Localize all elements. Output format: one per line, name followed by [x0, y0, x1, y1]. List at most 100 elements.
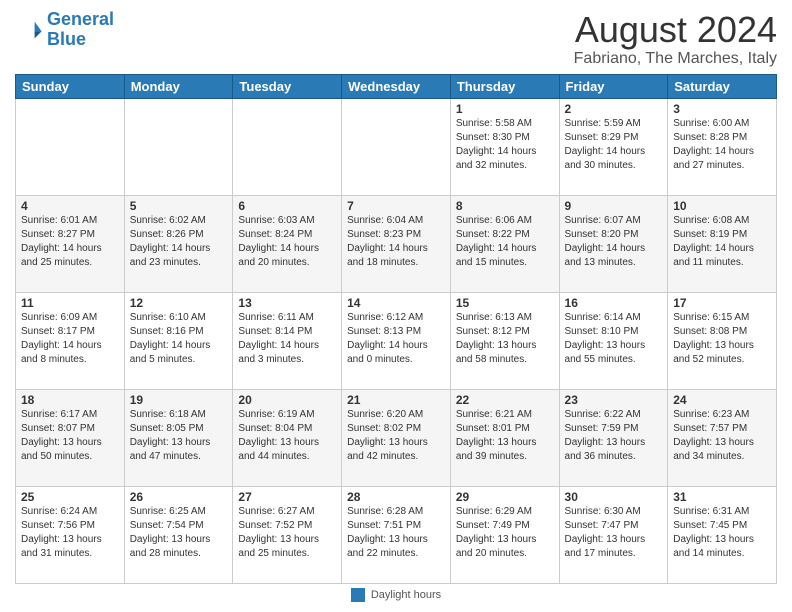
calendar-cell: 15Sunrise: 6:13 AM Sunset: 8:12 PM Dayli…	[450, 292, 559, 389]
day-info: Sunrise: 6:29 AM Sunset: 7:49 PM Dayligh…	[456, 505, 554, 561]
logo-icon	[15, 16, 43, 44]
calendar-cell: 20Sunrise: 6:19 AM Sunset: 8:04 PM Dayli…	[233, 389, 342, 486]
day-info: Sunrise: 6:30 AM Sunset: 7:47 PM Dayligh…	[565, 505, 663, 561]
location: Fabriano, The Marches, Italy	[574, 50, 777, 68]
month-year: August 2024	[574, 10, 777, 50]
calendar-cell: 27Sunrise: 6:27 AM Sunset: 7:52 PM Dayli…	[233, 486, 342, 583]
day-info: Sunrise: 6:21 AM Sunset: 8:01 PM Dayligh…	[456, 408, 554, 464]
logo-text: General Blue	[47, 10, 114, 50]
calendar-cell: 26Sunrise: 6:25 AM Sunset: 7:54 PM Dayli…	[124, 486, 233, 583]
day-number: 3	[673, 102, 771, 116]
day-info: Sunrise: 6:13 AM Sunset: 8:12 PM Dayligh…	[456, 311, 554, 367]
day-number: 1	[456, 102, 554, 116]
calendar-week-row: 11Sunrise: 6:09 AM Sunset: 8:17 PM Dayli…	[16, 292, 777, 389]
day-info: Sunrise: 6:09 AM Sunset: 8:17 PM Dayligh…	[21, 311, 119, 367]
calendar-week-row: 18Sunrise: 6:17 AM Sunset: 8:07 PM Dayli…	[16, 389, 777, 486]
calendar-cell: 5Sunrise: 6:02 AM Sunset: 8:26 PM Daylig…	[124, 195, 233, 292]
day-number: 26	[130, 490, 228, 504]
day-info: Sunrise: 6:22 AM Sunset: 7:59 PM Dayligh…	[565, 408, 663, 464]
day-number: 18	[21, 393, 119, 407]
day-of-week-header: Sunday	[16, 74, 125, 98]
day-info: Sunrise: 6:25 AM Sunset: 7:54 PM Dayligh…	[130, 505, 228, 561]
calendar-cell: 6Sunrise: 6:03 AM Sunset: 8:24 PM Daylig…	[233, 195, 342, 292]
calendar-cell: 8Sunrise: 6:06 AM Sunset: 8:22 PM Daylig…	[450, 195, 559, 292]
calendar-week-row: 1Sunrise: 5:58 AM Sunset: 8:30 PM Daylig…	[16, 98, 777, 195]
day-number: 7	[347, 199, 445, 213]
calendar-cell: 1Sunrise: 5:58 AM Sunset: 8:30 PM Daylig…	[450, 98, 559, 195]
header-row: SundayMondayTuesdayWednesdayThursdayFrid…	[16, 74, 777, 98]
day-number: 25	[21, 490, 119, 504]
calendar-cell: 30Sunrise: 6:30 AM Sunset: 7:47 PM Dayli…	[559, 486, 668, 583]
day-number: 31	[673, 490, 771, 504]
day-info: Sunrise: 6:01 AM Sunset: 8:27 PM Dayligh…	[21, 214, 119, 270]
calendar-cell: 22Sunrise: 6:21 AM Sunset: 8:01 PM Dayli…	[450, 389, 559, 486]
day-number: 17	[673, 296, 771, 310]
calendar-cell: 16Sunrise: 6:14 AM Sunset: 8:10 PM Dayli…	[559, 292, 668, 389]
day-info: Sunrise: 6:14 AM Sunset: 8:10 PM Dayligh…	[565, 311, 663, 367]
day-number: 16	[565, 296, 663, 310]
calendar-cell	[233, 98, 342, 195]
day-info: Sunrise: 6:07 AM Sunset: 8:20 PM Dayligh…	[565, 214, 663, 270]
day-info: Sunrise: 6:03 AM Sunset: 8:24 PM Dayligh…	[238, 214, 336, 270]
calendar-cell: 10Sunrise: 6:08 AM Sunset: 8:19 PM Dayli…	[668, 195, 777, 292]
footer-label: Daylight hours	[371, 589, 441, 601]
day-info: Sunrise: 6:00 AM Sunset: 8:28 PM Dayligh…	[673, 117, 771, 173]
day-number: 4	[21, 199, 119, 213]
day-number: 12	[130, 296, 228, 310]
day-number: 14	[347, 296, 445, 310]
day-number: 19	[130, 393, 228, 407]
day-info: Sunrise: 6:02 AM Sunset: 8:26 PM Dayligh…	[130, 214, 228, 270]
calendar-cell: 25Sunrise: 6:24 AM Sunset: 7:56 PM Dayli…	[16, 486, 125, 583]
calendar-week-row: 4Sunrise: 6:01 AM Sunset: 8:27 PM Daylig…	[16, 195, 777, 292]
day-number: 2	[565, 102, 663, 116]
day-of-week-header: Friday	[559, 74, 668, 98]
day-info: Sunrise: 6:17 AM Sunset: 8:07 PM Dayligh…	[21, 408, 119, 464]
calendar-cell: 23Sunrise: 6:22 AM Sunset: 7:59 PM Dayli…	[559, 389, 668, 486]
day-info: Sunrise: 6:19 AM Sunset: 8:04 PM Dayligh…	[238, 408, 336, 464]
calendar-cell	[124, 98, 233, 195]
day-info: Sunrise: 6:08 AM Sunset: 8:19 PM Dayligh…	[673, 214, 771, 270]
day-of-week-header: Tuesday	[233, 74, 342, 98]
day-info: Sunrise: 6:31 AM Sunset: 7:45 PM Dayligh…	[673, 505, 771, 561]
day-info: Sunrise: 6:10 AM Sunset: 8:16 PM Dayligh…	[130, 311, 228, 367]
calendar-cell: 2Sunrise: 5:59 AM Sunset: 8:29 PM Daylig…	[559, 98, 668, 195]
calendar-cell: 3Sunrise: 6:00 AM Sunset: 8:28 PM Daylig…	[668, 98, 777, 195]
calendar-cell: 19Sunrise: 6:18 AM Sunset: 8:05 PM Dayli…	[124, 389, 233, 486]
day-info: Sunrise: 6:23 AM Sunset: 7:57 PM Dayligh…	[673, 408, 771, 464]
day-info: Sunrise: 6:27 AM Sunset: 7:52 PM Dayligh…	[238, 505, 336, 561]
day-number: 20	[238, 393, 336, 407]
calendar-cell: 31Sunrise: 6:31 AM Sunset: 7:45 PM Dayli…	[668, 486, 777, 583]
calendar-cell: 17Sunrise: 6:15 AM Sunset: 8:08 PM Dayli…	[668, 292, 777, 389]
day-info: Sunrise: 6:20 AM Sunset: 8:02 PM Dayligh…	[347, 408, 445, 464]
day-number: 21	[347, 393, 445, 407]
calendar-cell: 13Sunrise: 6:11 AM Sunset: 8:14 PM Dayli…	[233, 292, 342, 389]
day-number: 23	[565, 393, 663, 407]
day-number: 10	[673, 199, 771, 213]
header: General Blue August 2024 Fabriano, The M…	[15, 10, 777, 68]
day-number: 22	[456, 393, 554, 407]
calendar-cell: 14Sunrise: 6:12 AM Sunset: 8:13 PM Dayli…	[342, 292, 451, 389]
calendar-cell: 21Sunrise: 6:20 AM Sunset: 8:02 PM Dayli…	[342, 389, 451, 486]
day-info: Sunrise: 6:15 AM Sunset: 8:08 PM Dayligh…	[673, 311, 771, 367]
day-of-week-header: Monday	[124, 74, 233, 98]
calendar-cell: 4Sunrise: 6:01 AM Sunset: 8:27 PM Daylig…	[16, 195, 125, 292]
day-number: 27	[238, 490, 336, 504]
day-info: Sunrise: 5:58 AM Sunset: 8:30 PM Dayligh…	[456, 117, 554, 173]
calendar-table: SundayMondayTuesdayWednesdayThursdayFrid…	[15, 74, 777, 584]
day-info: Sunrise: 6:04 AM Sunset: 8:23 PM Dayligh…	[347, 214, 445, 270]
calendar-cell: 12Sunrise: 6:10 AM Sunset: 8:16 PM Dayli…	[124, 292, 233, 389]
daylight-swatch	[351, 588, 365, 602]
calendar-cell	[342, 98, 451, 195]
day-number: 9	[565, 199, 663, 213]
calendar-cell	[16, 98, 125, 195]
calendar-cell: 18Sunrise: 6:17 AM Sunset: 8:07 PM Dayli…	[16, 389, 125, 486]
day-of-week-header: Wednesday	[342, 74, 451, 98]
day-number: 8	[456, 199, 554, 213]
day-number: 11	[21, 296, 119, 310]
day-number: 24	[673, 393, 771, 407]
logo-line1: General	[47, 9, 114, 29]
calendar-week-row: 25Sunrise: 6:24 AM Sunset: 7:56 PM Dayli…	[16, 486, 777, 583]
day-number: 15	[456, 296, 554, 310]
day-info: Sunrise: 6:11 AM Sunset: 8:14 PM Dayligh…	[238, 311, 336, 367]
day-number: 29	[456, 490, 554, 504]
